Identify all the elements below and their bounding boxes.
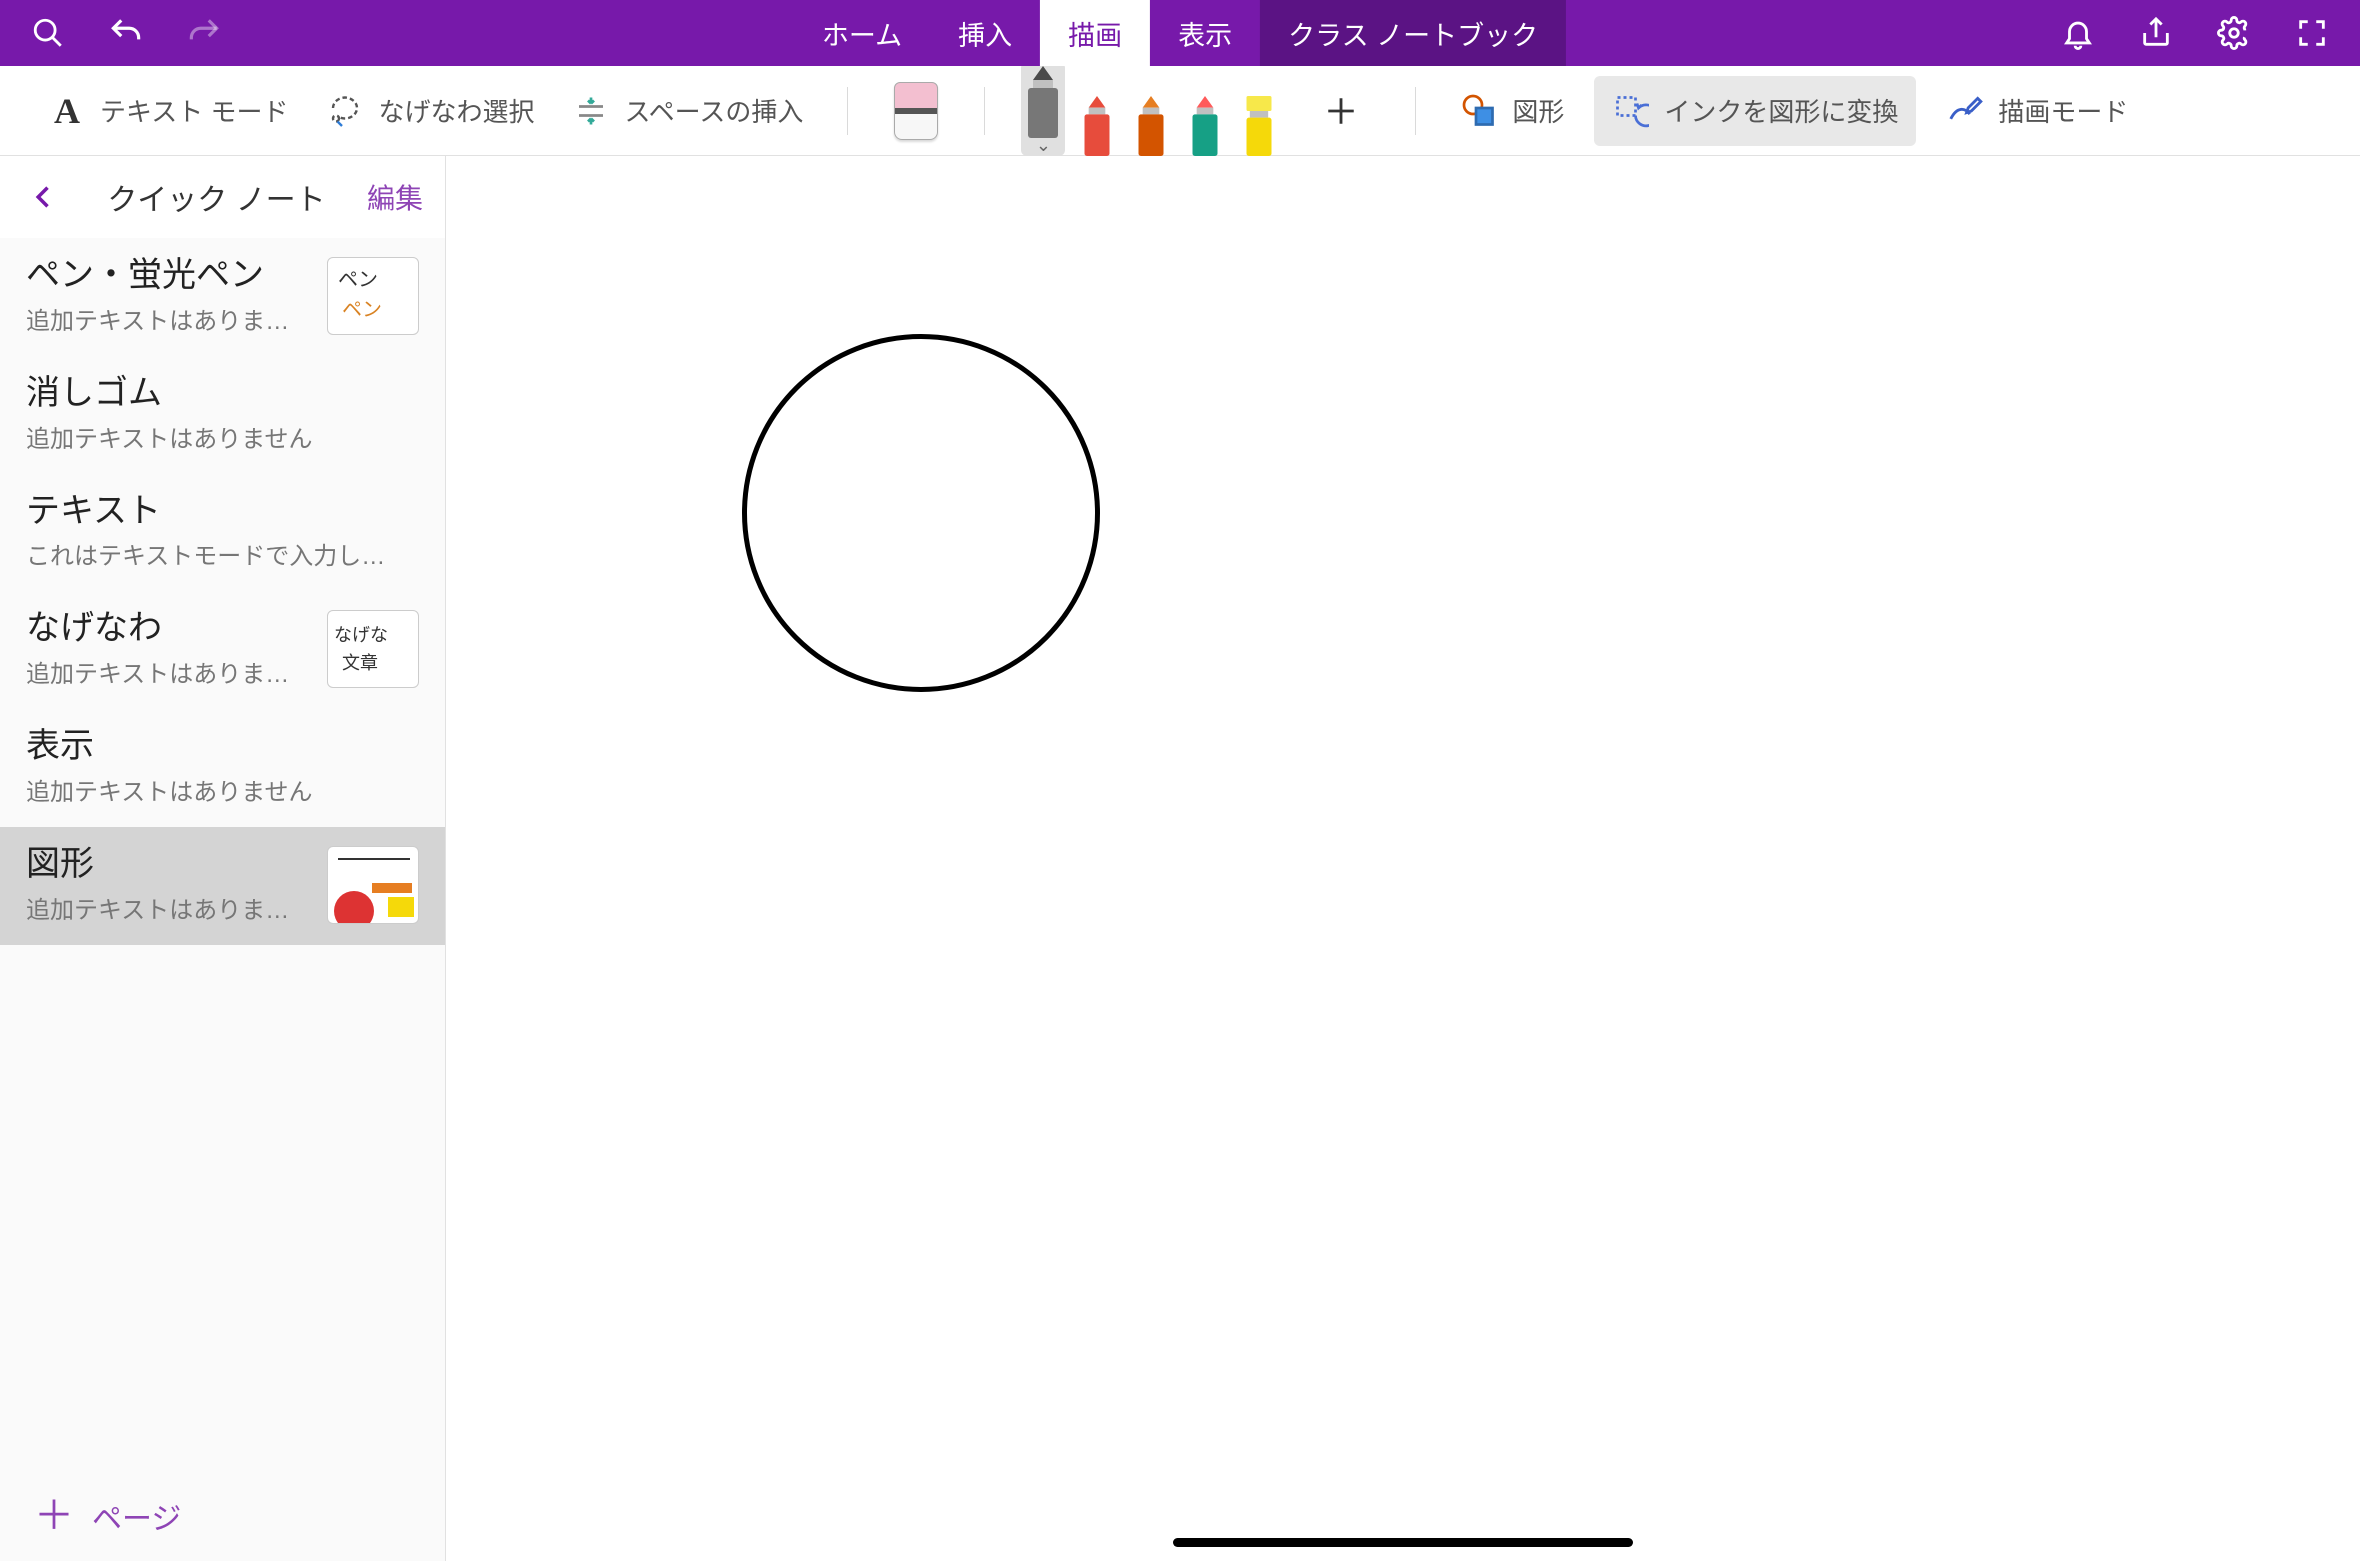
home-indicator bbox=[1173, 1538, 1633, 1547]
lasso-icon bbox=[326, 92, 364, 130]
ink-to-shape-icon bbox=[1612, 92, 1650, 130]
page-item-subtitle: 追加テキストはありま… bbox=[26, 654, 315, 689]
pen-black[interactable]: ⌄ bbox=[1021, 66, 1065, 156]
tab-view[interactable]: 表示 bbox=[1150, 0, 1260, 66]
add-page-button[interactable]: ＋ ページ bbox=[0, 1471, 445, 1561]
insert-space-button[interactable]: スペースの挿入 bbox=[564, 76, 811, 146]
fullscreen-icon[interactable] bbox=[2290, 11, 2334, 55]
svg-text:なげな: なげな bbox=[334, 625, 388, 645]
page-list-item[interactable]: テキスト これはテキストモードで入力し… bbox=[0, 474, 445, 592]
lasso-select-button[interactable]: なげなわ選択 bbox=[318, 76, 542, 146]
tab-home[interactable]: ホーム bbox=[794, 0, 930, 66]
shapes-icon bbox=[1460, 92, 1498, 130]
pen-gallery: ⌄ bbox=[1021, 66, 1281, 156]
undo-icon[interactable] bbox=[104, 11, 148, 55]
titlebar-left-group bbox=[0, 11, 226, 55]
tab-insert[interactable]: 挿入 bbox=[930, 0, 1040, 66]
share-icon[interactable] bbox=[2134, 11, 2178, 55]
page-list-item[interactable]: なげなわ 追加テキストはありま… なげな文章 bbox=[0, 591, 445, 709]
page-item-subtitle: 追加テキストはありま… bbox=[26, 890, 315, 925]
search-icon[interactable] bbox=[26, 11, 70, 55]
add-page-label: ページ bbox=[92, 1494, 181, 1538]
page-list-item[interactable]: 消しゴム 追加テキストはありません bbox=[0, 356, 445, 474]
drawing-mode-icon bbox=[1946, 92, 1984, 130]
page-list-item[interactable]: 表示 追加テキストはありません bbox=[0, 709, 445, 827]
shapes-label: 図形 bbox=[1512, 92, 1564, 129]
ribbon-separator bbox=[1415, 87, 1416, 135]
drawing-mode-label: 描画モード bbox=[1998, 92, 2128, 129]
insert-space-icon bbox=[572, 92, 610, 130]
page-list-item[interactable]: ペン・蛍光ペン 追加テキストはありま… ペンペン bbox=[0, 238, 445, 356]
title-bar: ホーム 挿入 描画 表示 クラス ノートブック bbox=[0, 0, 2360, 66]
tab-bar: ホーム 挿入 描画 表示 クラス ノートブック bbox=[794, 0, 1566, 66]
page-item-title: 表示 bbox=[26, 727, 419, 768]
notifications-icon[interactable] bbox=[2056, 11, 2100, 55]
text-mode-button[interactable]: A テキスト モード bbox=[40, 76, 296, 146]
add-pen-button[interactable] bbox=[1317, 87, 1365, 135]
pen-highlighter[interactable] bbox=[1237, 92, 1281, 156]
page-list[interactable]: ペン・蛍光ペン 追加テキストはありま… ペンペン 消しゴム 追加テキストはありま… bbox=[0, 238, 445, 1471]
page-item-thumbnail: なげな文章 bbox=[327, 610, 419, 688]
ink-to-shape-label: インクを図形に変換 bbox=[1664, 92, 1898, 129]
tab-draw[interactable]: 描画 bbox=[1040, 0, 1150, 66]
eraser-tool[interactable] bbox=[884, 76, 948, 146]
pen-teal[interactable] bbox=[1183, 92, 1227, 156]
canvas[interactable] bbox=[446, 156, 2360, 1561]
back-button[interactable] bbox=[22, 175, 66, 219]
svg-text:ペン: ペン bbox=[338, 269, 378, 291]
page-item-title: ペン・蛍光ペン bbox=[26, 256, 315, 297]
section-title: クイック ノート bbox=[66, 175, 367, 219]
page-item-title: 図形 bbox=[26, 845, 315, 886]
page-item-title: テキスト bbox=[26, 492, 419, 533]
tab-class-notebook[interactable]: クラス ノートブック bbox=[1260, 0, 1566, 66]
ribbon-separator bbox=[847, 87, 848, 135]
svg-text:文章: 文章 bbox=[342, 653, 378, 673]
drawing-mode-button[interactable]: 描画モード bbox=[1938, 76, 2136, 146]
lasso-select-label: なげなわ選択 bbox=[378, 92, 534, 129]
redo-icon bbox=[182, 11, 226, 55]
page-item-thumbnail: ペンペン bbox=[327, 257, 419, 335]
ribbon-draw: A テキスト モード なげなわ選択 スペースの挿入 ⌄ bbox=[0, 66, 2360, 156]
ribbon-separator bbox=[984, 87, 985, 135]
page-item-subtitle: 追加テキストはありま… bbox=[26, 301, 315, 336]
eraser-icon bbox=[894, 82, 938, 140]
chevron-down-icon: ⌄ bbox=[1036, 136, 1051, 154]
svg-text:ペン: ペン bbox=[342, 299, 382, 321]
text-mode-icon: A bbox=[48, 92, 86, 130]
edit-button[interactable]: 編集 bbox=[367, 177, 423, 217]
shapes-button[interactable]: 図形 bbox=[1452, 76, 1572, 146]
text-mode-label: テキスト モード bbox=[100, 92, 288, 129]
ink-to-shape-button[interactable]: インクを図形に変換 bbox=[1594, 76, 1916, 146]
plus-icon: ＋ bbox=[34, 1496, 74, 1536]
side-panel-header: クイック ノート 編集 bbox=[0, 156, 445, 238]
side-panel: クイック ノート 編集 ペン・蛍光ペン 追加テキストはありま… ペンペン 消しゴ… bbox=[0, 156, 446, 1561]
page-item-title: なげなわ bbox=[26, 609, 315, 650]
page-item-subtitle: これはテキストモードで入力し… bbox=[26, 536, 419, 571]
pen-red[interactable] bbox=[1075, 92, 1119, 156]
titlebar-right-group bbox=[2056, 11, 2360, 55]
insert-space-label: スペースの挿入 bbox=[624, 92, 803, 129]
page-item-title: 消しゴム bbox=[26, 374, 419, 415]
drawn-circle-shape[interactable] bbox=[742, 334, 1100, 692]
pen-orange[interactable] bbox=[1129, 92, 1173, 156]
settings-icon[interactable] bbox=[2212, 11, 2256, 55]
page-item-subtitle: 追加テキストはありません bbox=[26, 419, 419, 454]
page-item-subtitle: 追加テキストはありません bbox=[26, 772, 419, 807]
body: クイック ノート 編集 ペン・蛍光ペン 追加テキストはありま… ペンペン 消しゴ… bbox=[0, 156, 2360, 1561]
page-item-thumbnail bbox=[327, 846, 419, 924]
page-list-item[interactable]: 図形 追加テキストはありま… bbox=[0, 827, 445, 945]
